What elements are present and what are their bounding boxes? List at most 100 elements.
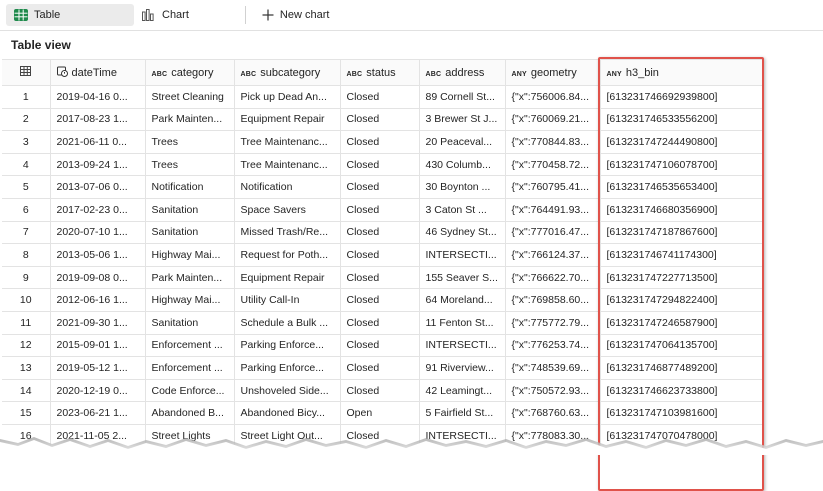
table-cell[interactable]: {"x":766124.37... [505,244,600,267]
table-row[interactable]: 102012-06-16 1...Highway Mai...Utility C… [2,289,763,312]
row-number[interactable]: 6 [2,198,50,221]
table-cell[interactable]: INTERSECTI... [419,244,505,267]
table-cell[interactable]: Open [340,402,419,425]
table-cell[interactable]: 155 Seaver S... [419,266,505,289]
row-number[interactable]: 4 [2,153,50,176]
table-cell[interactable]: 11 Fenton St... [419,311,505,334]
table-cell[interactable]: 430 Columb... [419,153,505,176]
table-cell[interactable]: Tree Maintenanc... [234,153,340,176]
table-cell[interactable]: INTERSECTI... [419,424,505,447]
table-cell[interactable]: 2013-05-06 1... [50,244,145,267]
table-cell[interactable]: Street Lights [145,424,234,447]
new-chart-button[interactable]: New chart [254,4,338,26]
table-cell[interactable]: Closed [340,244,419,267]
table-row[interactable]: 142020-12-19 0...Code Enforce...Unshovel… [2,379,763,402]
table-row[interactable]: 112021-09-30 1...SanitationSchedule a Bu… [2,311,763,334]
table-cell[interactable]: 2019-05-12 1... [50,357,145,380]
table-row[interactable]: 22017-08-23 1...Park Mainten...Equipment… [2,108,763,131]
table-cell[interactable]: {"x":770844.83... [505,131,600,154]
table-cell[interactable]: Tree Maintenanc... [234,131,340,154]
table-cell[interactable]: [613231746741174300] [600,244,763,267]
table-cell[interactable]: 2021-11-05 2... [50,424,145,447]
table-cell[interactable]: 91 Riverview... [419,357,505,380]
row-number[interactable]: 7 [2,221,50,244]
table-row[interactable]: 32021-06-11 0...TreesTree Maintenanc...C… [2,131,763,154]
table-cell[interactable]: 2019-09-08 0... [50,266,145,289]
table-cell[interactable]: [613231746680356900] [600,198,763,221]
table-cell[interactable]: Trees [145,153,234,176]
row-number[interactable]: 14 [2,379,50,402]
table-cell[interactable]: Sanitation [145,221,234,244]
table-cell[interactable]: {"x":769858.60... [505,289,600,312]
row-number[interactable]: 16 [2,424,50,447]
row-number[interactable]: 5 [2,176,50,199]
table-cell[interactable]: Closed [340,311,419,334]
table-cell[interactable]: 2019-04-16 0... [50,86,145,109]
table-cell[interactable]: 42 Leamingt... [419,379,505,402]
table-cell[interactable]: Street Cleaning [145,86,234,109]
table-cell[interactable]: Closed [340,266,419,289]
table-cell[interactable]: 2015-09-01 1... [50,334,145,357]
table-cell[interactable]: [613231746535653400] [600,176,763,199]
table-cell[interactable]: 2017-08-23 1... [50,108,145,131]
table-cell[interactable]: Enforcement ... [145,334,234,357]
table-cell[interactable]: Closed [340,198,419,221]
table-cell[interactable]: Request for Poth... [234,244,340,267]
table-cell[interactable]: INTERSECTI... [419,334,505,357]
table-cell[interactable]: Abandoned B... [145,402,234,425]
table-cell[interactable]: 2013-07-06 0... [50,176,145,199]
table-cell[interactable]: Park Mainten... [145,266,234,289]
column-header-address[interactable]: ABCaddress [419,60,505,86]
table-cell[interactable]: 2021-06-11 0... [50,131,145,154]
table-cell[interactable]: {"x":768760.63... [505,402,600,425]
table-cell[interactable]: Closed [340,334,419,357]
table-row[interactable]: 162021-11-05 2...Street LightsStreet Lig… [2,424,763,447]
table-cell[interactable]: 2013-09-24 1... [50,153,145,176]
table-cell[interactable]: 46 Sydney St... [419,221,505,244]
table-cell[interactable]: [613231747070478000] [600,424,763,447]
table-row[interactable]: 122015-09-01 1...Enforcement ...Parking … [2,334,763,357]
row-number[interactable]: 10 [2,289,50,312]
column-header-datetime[interactable]: dateTime [50,60,145,86]
table-cell[interactable]: [613231747103981600] [600,402,763,425]
table-cell[interactable]: 2017-02-23 0... [50,198,145,221]
table-cell[interactable]: 2021-09-30 1... [50,311,145,334]
table-row[interactable]: 52013-07-06 0...NotificationNotification… [2,176,763,199]
table-row[interactable]: 62017-02-23 0...SanitationSpace SaversCl… [2,198,763,221]
row-number[interactable]: 11 [2,311,50,334]
row-number[interactable]: 12 [2,334,50,357]
table-cell[interactable]: 89 Cornell St... [419,86,505,109]
table-row[interactable]: 82013-05-06 1...Highway Mai...Request fo… [2,244,763,267]
column-header-h3-bin[interactable]: ANYh3_bin [600,60,763,86]
table-cell[interactable]: Equipment Repair [234,266,340,289]
column-header-category[interactable]: ABCcategory [145,60,234,86]
table-cell[interactable]: Closed [340,289,419,312]
table-cell[interactable]: 5 Fairfield St... [419,402,505,425]
table-cell[interactable]: {"x":778083.30... [505,424,600,447]
table-cell[interactable]: Enforcement ... [145,357,234,380]
table-cell[interactable]: {"x":756006.84... [505,86,600,109]
table-cell[interactable]: Closed [340,131,419,154]
table-cell[interactable]: 64 Moreland... [419,289,505,312]
table-cell[interactable]: Highway Mai... [145,289,234,312]
table-cell[interactable]: Schedule a Bulk ... [234,311,340,334]
table-cell[interactable]: [613231746692939800] [600,86,763,109]
table-cell[interactable]: 3 Brewer St J... [419,108,505,131]
table-cell[interactable]: [613231747244490800] [600,131,763,154]
table-cell[interactable]: [613231746877489200] [600,357,763,380]
select-all-corner[interactable] [2,60,50,86]
table-cell[interactable]: 30 Boynton ... [419,176,505,199]
table-cell[interactable]: {"x":776253.74... [505,334,600,357]
table-cell[interactable]: Utility Call-In [234,289,340,312]
table-cell[interactable]: Notification [145,176,234,199]
row-number[interactable]: 8 [2,244,50,267]
table-cell[interactable]: Closed [340,153,419,176]
table-cell[interactable]: {"x":748539.69... [505,357,600,380]
table-row[interactable]: 152023-06-21 1...Abandoned B...Abandoned… [2,402,763,425]
table-cell[interactable]: Closed [340,357,419,380]
table-cell[interactable]: Sanitation [145,198,234,221]
table-cell[interactable]: Unshoveled Side... [234,379,340,402]
table-cell[interactable]: 2023-06-21 1... [50,402,145,425]
row-number[interactable]: 15 [2,402,50,425]
row-number[interactable]: 1 [2,86,50,109]
